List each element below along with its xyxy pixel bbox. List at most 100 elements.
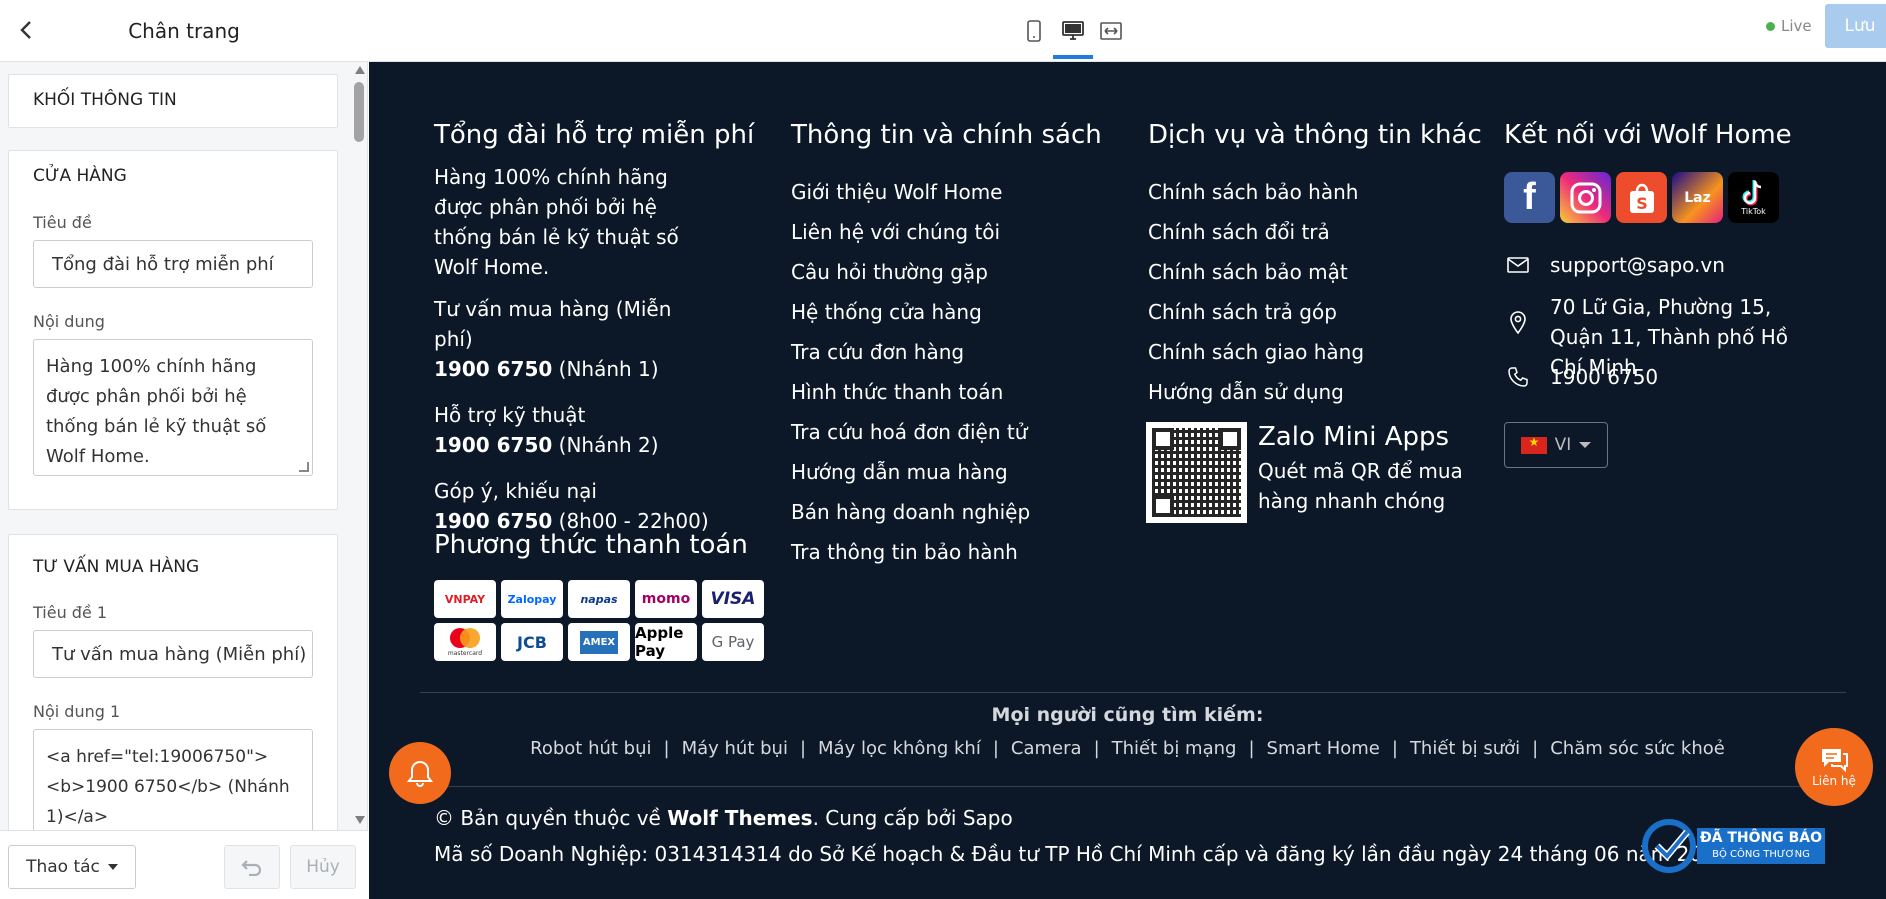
bct-check-icon xyxy=(1642,819,1825,873)
back-button[interactable] xyxy=(10,14,42,46)
store-card-title: CỬA HÀNG xyxy=(33,166,127,186)
services-links: Chính sách bảo hành Chính sách đổi trả C… xyxy=(1148,172,1364,412)
zalo-qr-code xyxy=(1146,422,1247,523)
support-block-feedback[interactable]: Góp ý, khiếu nại 1900 6750 (8h00 - 22h00… xyxy=(434,476,714,536)
link-about[interactable]: Giới thiệu Wolf Home xyxy=(791,172,1030,212)
link-user-guide[interactable]: Hướng dẫn sử dụng xyxy=(1148,372,1364,412)
desktop-view-button[interactable] xyxy=(1054,12,1092,50)
amex-logo: AMEX xyxy=(568,623,630,661)
policy-title: Thông tin và chính sách xyxy=(791,120,1102,150)
search-keyword[interactable]: Camera xyxy=(1011,738,1082,759)
facebook-icon[interactable]: f xyxy=(1504,172,1555,223)
social-icons: f S Laz TikTok xyxy=(1504,172,1779,223)
support-block-tech[interactable]: Hỗ trợ kỹ thuật 1900 6750 (Nhánh 2) xyxy=(434,400,714,460)
sales-phone: 1900 6750 xyxy=(434,357,553,381)
link-privacy-policy[interactable]: Chính sách bảo mật xyxy=(1148,252,1364,292)
cancel-button[interactable]: Hủy xyxy=(290,845,356,889)
qr-pattern xyxy=(1152,428,1241,517)
services-title: Dịch vụ và thông tin khác xyxy=(1148,120,1482,150)
store-content-label: Nội dung xyxy=(33,312,105,331)
link-payment-methods[interactable]: Hình thức thanh toán xyxy=(791,372,1030,412)
mastercard-icon xyxy=(450,628,480,648)
tech-label: Hỗ trợ kỹ thuật xyxy=(434,403,586,427)
separator: | xyxy=(1532,738,1539,759)
jcb-logo: JCB xyxy=(501,623,563,661)
notification-bell-button[interactable] xyxy=(389,742,451,804)
contact-email[interactable]: support@sapo.vn xyxy=(1504,250,1725,280)
separator: | xyxy=(663,738,670,759)
tiktok-icon[interactable]: TikTok xyxy=(1728,172,1779,223)
search-keyword[interactable]: Chăm sóc sức khoẻ xyxy=(1550,738,1725,759)
lazada-icon[interactable]: Laz xyxy=(1672,172,1723,223)
email-text: support@sapo.vn xyxy=(1550,253,1725,277)
bct-line2: BỘ CÔNG THƯƠNG xyxy=(1712,849,1810,860)
panel-footer: Thao tác Hủy xyxy=(0,830,368,899)
link-shipping-policy[interactable]: Chính sách giao hàng xyxy=(1148,332,1364,372)
active-view-indicator xyxy=(1053,55,1093,59)
support-title: Tổng đài hỗ trợ miễn phí xyxy=(434,120,755,150)
link-installment-policy[interactable]: Chính sách trả góp xyxy=(1148,292,1364,332)
undo-button[interactable] xyxy=(224,845,280,889)
info-block-card[interactable]: KHỐI THÔNG TIN xyxy=(8,74,338,128)
vietnam-flag-icon xyxy=(1520,435,1547,454)
scroll-thumb[interactable] xyxy=(354,82,364,142)
panel-scroll-area[interactable]: KHỐI THÔNG TIN CỬA HÀNG Tiêu đề Tổng đài… xyxy=(0,62,368,830)
svg-text:S: S xyxy=(1636,194,1648,213)
policy-links: Giới thiệu Wolf Home Liên hệ với chúng t… xyxy=(791,172,1030,572)
scroll-down-icon[interactable] xyxy=(355,816,365,824)
search-keyword[interactable]: Smart Home xyxy=(1267,738,1380,759)
language-selector[interactable]: VI xyxy=(1504,422,1608,468)
search-keyword[interactable]: Máy lọc không khí xyxy=(818,738,981,759)
link-warranty-lookup[interactable]: Tra thông tin bảo hành xyxy=(791,532,1030,572)
link-stores[interactable]: Hệ thống cửa hàng xyxy=(791,292,1030,332)
link-contact[interactable]: Liên hệ với chúng tôi xyxy=(791,212,1030,252)
contact-phone[interactable]: 1900 6750 xyxy=(1504,362,1658,392)
feedback-label: Góp ý, khiếu nại xyxy=(434,479,597,503)
phone-icon xyxy=(1504,362,1532,392)
shopee-icon[interactable]: S xyxy=(1616,172,1667,223)
separator: | xyxy=(1391,738,1398,759)
mobile-view-button[interactable] xyxy=(1015,12,1053,50)
search-keyword[interactable]: Thiết bị sưởi xyxy=(1410,738,1520,759)
zalopay-logo: Zalopay xyxy=(501,580,563,618)
link-warranty-policy[interactable]: Chính sách bảo hành xyxy=(1148,172,1364,212)
footer-col-connect: Kết nối với Wolf Home xyxy=(1504,120,1792,150)
store-content-textarea[interactable]: Hàng 100% chính hãng được phân phối bởi … xyxy=(33,339,313,476)
link-einvoice[interactable]: Tra cứu hoá đơn điện tử xyxy=(791,412,1030,452)
copyright-brand[interactable]: Wolf Themes xyxy=(667,806,812,830)
consult-card-title: TƯ VẤN MUA HÀNG xyxy=(33,557,200,577)
link-order-lookup[interactable]: Tra cứu đơn hàng xyxy=(791,332,1030,372)
business-registration: Mã số Doanh Nghiệp: 0314314314 do Sở Kế … xyxy=(434,842,1728,866)
instagram-icon[interactable] xyxy=(1560,172,1611,223)
store-card: CỬA HÀNG Tiêu đề Tổng đài hỗ trợ miễn ph… xyxy=(8,150,338,510)
link-return-policy[interactable]: Chính sách đổi trả xyxy=(1148,212,1364,252)
mastercard-text: mastercard xyxy=(447,650,483,657)
search-keyword[interactable]: Thiết bị mạng xyxy=(1112,738,1237,759)
scroll-up-icon[interactable] xyxy=(355,66,365,74)
support-intro: Hàng 100% chính hãng được phân phối bởi … xyxy=(434,165,679,279)
panel-scrollbar[interactable] xyxy=(352,62,366,830)
store-title-input[interactable]: Tổng đài hỗ trợ miễn phí xyxy=(33,240,313,288)
separator: | xyxy=(799,738,807,759)
consult-content1-textarea[interactable]: <a href="tel:19006750"><b>1900 6750</b> … xyxy=(33,729,313,830)
qr-finder-tl xyxy=(1152,428,1174,450)
contact-fab-button[interactable]: Liên hệ xyxy=(1795,728,1873,806)
link-faq[interactable]: Câu hỏi thường gặp xyxy=(791,252,1030,292)
resize-handle-icon[interactable] xyxy=(299,462,309,472)
fullwidth-view-button[interactable] xyxy=(1092,12,1130,50)
link-b2b[interactable]: Bán hàng doanh nghiệp xyxy=(791,492,1030,532)
bct-notified-badge[interactable]: ĐÃ THÔNG BÁO BỘ CÔNG THƯƠNG xyxy=(1641,818,1831,874)
search-keyword[interactable]: Robot hút bụi xyxy=(530,738,651,759)
support-block-sales[interactable]: Tư vấn mua hàng (Miễn phí) 1900 6750 (Nh… xyxy=(434,294,714,384)
amex-text: AMEX xyxy=(579,630,619,654)
save-button[interactable]: Lưu xyxy=(1825,4,1886,48)
consult-title1-input[interactable]: Tư vấn mua hàng (Miễn phí) xyxy=(33,630,313,678)
live-status: Live xyxy=(1766,17,1812,35)
actions-dropdown-button[interactable]: Thao tác xyxy=(8,845,136,889)
actions-label: Thao tác xyxy=(26,857,100,877)
footer-preview: Tổng đài hỗ trợ miễn phí Hàng 100% chính… xyxy=(369,62,1886,899)
expand-horizontal-icon xyxy=(1100,22,1122,40)
location-pin-icon xyxy=(1504,307,1532,337)
search-keyword[interactable]: Máy hút bụi xyxy=(682,738,788,759)
link-buying-guide[interactable]: Hướng dẫn mua hàng xyxy=(791,452,1030,492)
